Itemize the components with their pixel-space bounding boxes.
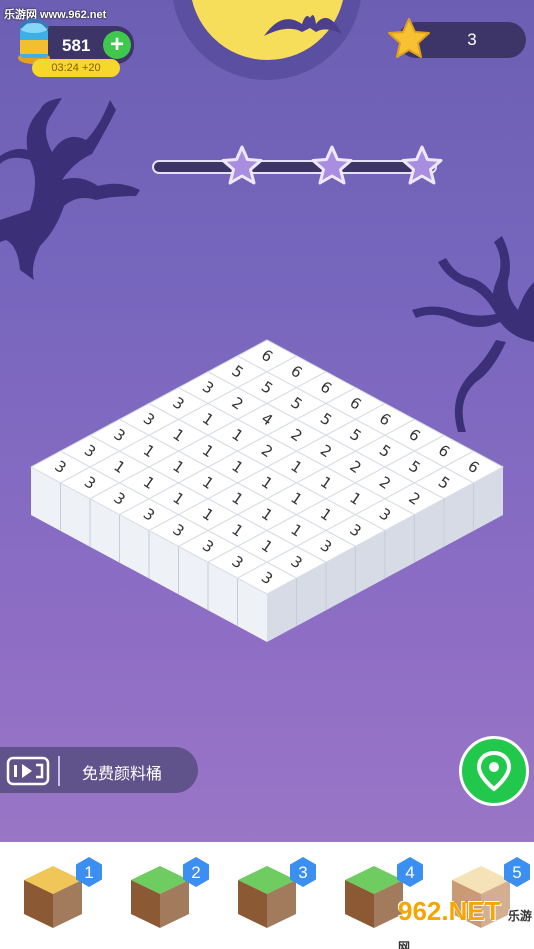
item-number-badge: 1 (74, 856, 104, 888)
svg-text:4: 4 (405, 863, 414, 882)
item-number-badge: 4 (395, 856, 425, 888)
svg-text:2: 2 (191, 863, 200, 882)
watermark-logo: 962.NET 乐游网 (398, 896, 532, 949)
free-bucket-label: 免费颜料桶 (82, 766, 163, 783)
game-screen: 乐游网 www.962.net 581 + 03:24 +20 3 666666… (0, 0, 534, 949)
location-pin-icon (476, 750, 512, 792)
item-number-badge: 2 (181, 856, 211, 888)
item-number-badge: 5 (502, 856, 532, 888)
item-number-badge: 3 (288, 856, 318, 888)
number-board[interactable]: 6666666655555555324222223112111331111113… (0, 0, 534, 700)
video-ad-icon (6, 756, 50, 786)
svg-text:1: 1 (84, 863, 93, 882)
svg-text:5: 5 (512, 863, 521, 882)
svg-text:3: 3 (298, 863, 307, 882)
divider (58, 756, 60, 786)
locate-button[interactable] (459, 736, 529, 806)
